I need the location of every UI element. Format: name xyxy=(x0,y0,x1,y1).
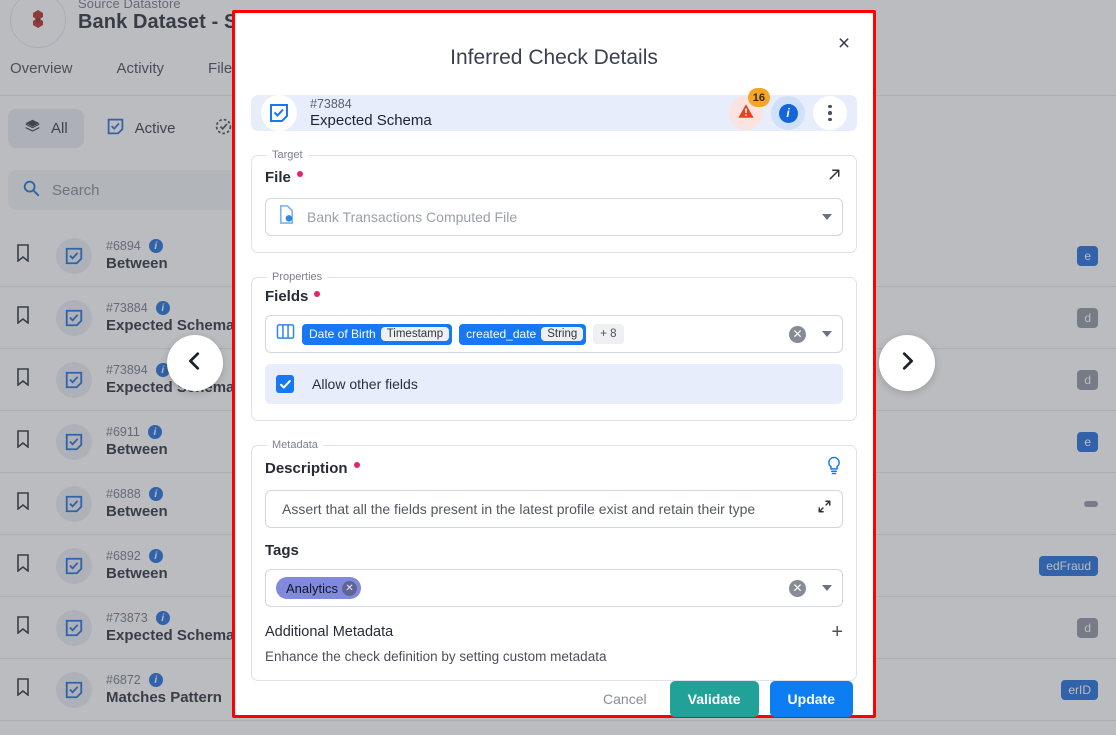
file-label-wrap: File xyxy=(265,169,303,186)
chevron-down-icon[interactable] xyxy=(822,214,832,220)
clear-tags-icon[interactable]: ✕ xyxy=(789,580,806,597)
file-select[interactable]: Bank Transactions Computed File xyxy=(265,198,843,236)
update-button[interactable]: Update xyxy=(770,681,853,717)
screen-root: Source Datastore Bank Dataset - Staging … xyxy=(0,0,1116,735)
close-icon[interactable]: × xyxy=(831,30,857,56)
additional-metadata-title: Additional Metadata xyxy=(265,624,393,640)
file-select-value: Bank Transactions Computed File xyxy=(307,209,517,225)
chevron-down-icon[interactable] xyxy=(822,331,832,337)
description-label-wrap: Description xyxy=(265,460,360,477)
fields-multiselect[interactable]: Date of Birth Timestamp created_date Str… xyxy=(265,315,843,353)
plus-icon[interactable]: + xyxy=(831,622,843,642)
tags-label-row: Tags xyxy=(265,542,843,559)
field-chip[interactable]: created_date String xyxy=(459,324,586,345)
dialog-title: Inferred Check Details xyxy=(235,46,873,70)
kebab-dot xyxy=(828,105,832,109)
warning-count-badge: 16 xyxy=(748,88,770,107)
required-indicator xyxy=(314,291,320,297)
check-name: Expected Schema xyxy=(310,112,432,129)
columns-icon xyxy=(276,323,295,345)
field-chip[interactable]: Date of Birth Timestamp xyxy=(302,324,452,345)
kebab-dot xyxy=(828,118,832,122)
metadata-section: Metadata Description Assert that all the… xyxy=(251,439,857,681)
properties-legend: Properties xyxy=(267,271,327,283)
allow-other-fields-label: Allow other fields xyxy=(312,376,418,392)
expand-icon[interactable] xyxy=(817,499,832,519)
chevron-right-icon xyxy=(896,350,918,377)
description-label: Description xyxy=(265,460,348,477)
file-config-icon xyxy=(276,204,297,230)
check-summary-header: #73884 Expected Schema 16 i xyxy=(251,95,857,131)
target-section: Target File Bank Transactions Computed F… xyxy=(251,149,857,253)
check-header-actions: 16 i xyxy=(729,96,847,130)
more-options-button[interactable] xyxy=(813,96,847,130)
fields-label: Fields xyxy=(265,288,308,305)
check-square-icon xyxy=(261,95,297,131)
field-chip-name: created_date xyxy=(466,327,536,341)
field-chip-type: Timestamp xyxy=(381,327,449,341)
properties-section: Properties Fields Date of Birth Timestam… xyxy=(251,271,857,421)
file-label-row: File xyxy=(265,166,843,188)
field-chip-name: Date of Birth xyxy=(309,327,376,341)
clear-fields-icon[interactable]: ✕ xyxy=(789,326,806,343)
external-link-icon[interactable] xyxy=(826,166,843,188)
chevron-down-icon[interactable] xyxy=(822,585,832,591)
allow-other-fields-checkbox[interactable] xyxy=(276,375,294,393)
tag-chip-label: Analytics xyxy=(286,581,338,596)
required-indicator xyxy=(297,171,303,177)
field-chip-type: String xyxy=(541,327,583,341)
required-indicator xyxy=(354,462,360,468)
info-icon: i xyxy=(779,104,798,123)
description-input[interactable]: Assert that all the fields present in th… xyxy=(265,490,843,528)
tag-chip[interactable]: Analytics ✕ xyxy=(276,577,361,599)
allow-other-fields-row[interactable]: Allow other fields xyxy=(265,364,843,404)
fields-label-row: Fields xyxy=(265,288,843,305)
inferred-check-details-dialog: × Inferred Check Details #73884 Expected… xyxy=(232,10,876,718)
next-check-button[interactable] xyxy=(879,335,935,391)
lightbulb-icon[interactable] xyxy=(825,456,843,480)
metadata-legend: Metadata xyxy=(267,439,323,451)
check-id: #73884 xyxy=(310,97,432,111)
additional-metadata-subtitle: Enhance the check definition by setting … xyxy=(265,649,843,664)
file-label: File xyxy=(265,169,291,186)
kebab-dot xyxy=(828,111,832,115)
description-value: Assert that all the fields present in th… xyxy=(282,501,755,517)
description-label-row: Description xyxy=(265,456,843,480)
target-legend: Target xyxy=(267,149,308,161)
warnings-button[interactable]: 16 xyxy=(729,96,763,130)
tags-label: Tags xyxy=(265,542,299,559)
field-chip-overflow[interactable]: + 8 xyxy=(593,324,623,344)
validate-button[interactable]: Validate xyxy=(670,681,759,717)
chevron-left-icon xyxy=(184,350,206,377)
previous-check-button[interactable] xyxy=(167,335,223,391)
cancel-button[interactable]: Cancel xyxy=(591,682,659,716)
info-button[interactable]: i xyxy=(771,96,805,130)
fields-label-wrap: Fields xyxy=(265,288,320,305)
remove-tag-icon[interactable]: ✕ xyxy=(342,581,357,596)
dialog-footer: Cancel Validate Update xyxy=(235,681,873,735)
additional-metadata-row: Additional Metadata + xyxy=(265,622,843,642)
tags-multiselect[interactable]: Analytics ✕ ✕ xyxy=(265,569,843,607)
